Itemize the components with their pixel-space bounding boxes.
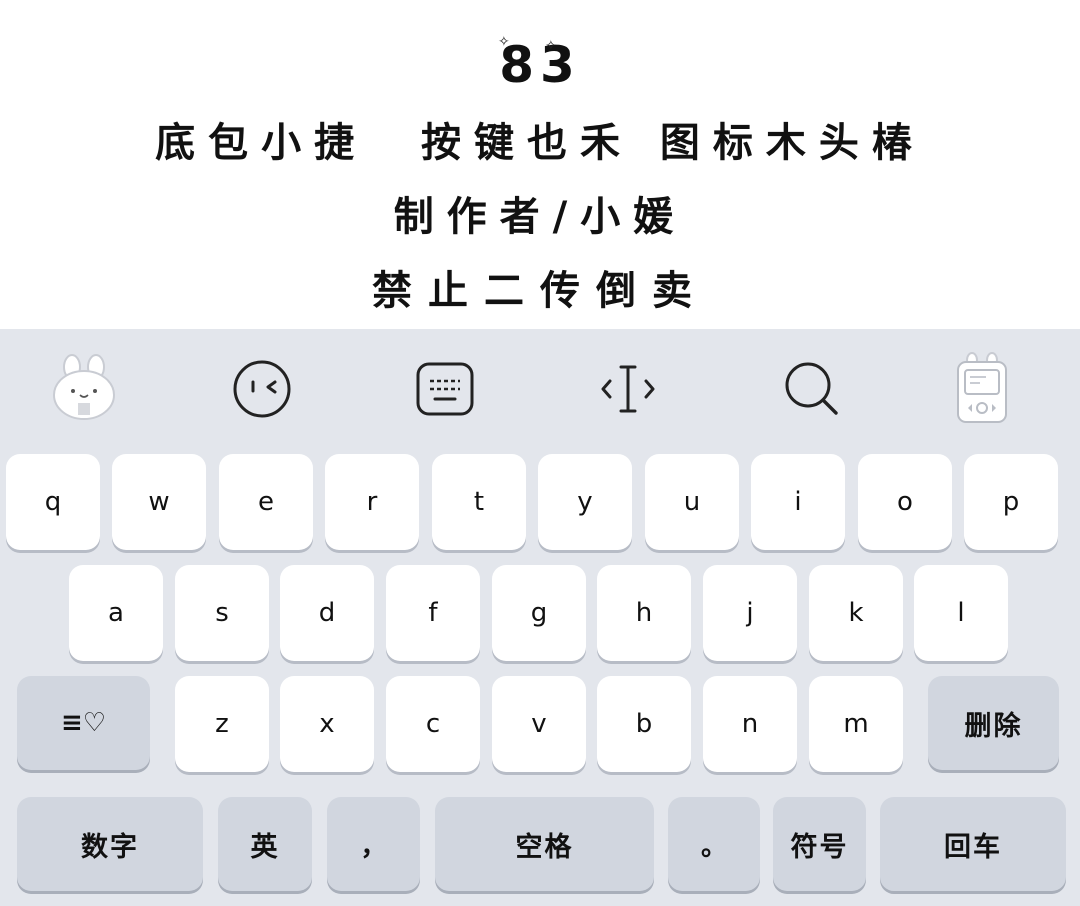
period-key[interactable]: 。	[668, 797, 760, 891]
keyboard-icon[interactable]	[405, 349, 485, 429]
banner-warning-line: 禁止二传倒卖	[372, 268, 708, 314]
key-y[interactable]: y	[538, 454, 632, 550]
keyboard-toolbar	[0, 329, 1080, 445]
sparkle-icon: ✧	[498, 34, 510, 50]
key-d[interactable]: d	[280, 565, 374, 661]
gameboy-icon[interactable]	[942, 349, 1022, 429]
wink-face-icon[interactable]	[222, 349, 302, 429]
space-key[interactable]: 空格	[435, 797, 654, 891]
numbers-key[interactable]: 数字	[17, 797, 203, 891]
banner-number: 83	[499, 36, 581, 94]
key-s[interactable]: s	[175, 565, 269, 661]
key-w[interactable]: w	[112, 454, 206, 550]
shift-key[interactable]: ≡♡	[17, 676, 150, 770]
key-i[interactable]: i	[751, 454, 845, 550]
key-v[interactable]: v	[492, 676, 586, 772]
key-b[interactable]: b	[597, 676, 691, 772]
key-g[interactable]: g	[492, 565, 586, 661]
key-q[interactable]: q	[6, 454, 100, 550]
key-x[interactable]: x	[280, 676, 374, 772]
comma-key[interactable]: ，	[327, 797, 420, 891]
banner-author-line: 制作者/小媛	[393, 194, 687, 240]
key-z[interactable]: z	[175, 676, 269, 772]
sparkle-icon: ✧	[545, 38, 557, 54]
cursor-icon[interactable]	[588, 349, 668, 429]
key-u[interactable]: u	[645, 454, 739, 550]
banner-credits-line: 底包小捷 按键也禾 图标木头椿	[155, 120, 925, 166]
key-p[interactable]: p	[964, 454, 1058, 550]
key-f[interactable]: f	[386, 565, 480, 661]
search-icon[interactable]	[772, 349, 852, 429]
title-banner: 83 底包小捷 按键也禾 图标木头椿 制作者/小媛 禁止二传倒卖 ✧ ✧	[0, 0, 1080, 329]
key-l[interactable]: l	[914, 565, 1008, 661]
keyboard: q w e r t y u i o p a s d f g h j k l ≡♡…	[0, 329, 1080, 906]
english-key[interactable]: 英	[218, 797, 312, 891]
key-k[interactable]: k	[809, 565, 903, 661]
key-r[interactable]: r	[325, 454, 419, 550]
key-t[interactable]: t	[432, 454, 526, 550]
delete-key[interactable]: 删除	[928, 676, 1059, 770]
key-m[interactable]: m	[809, 676, 903, 772]
key-n[interactable]: n	[703, 676, 797, 772]
return-key[interactable]: 回车	[880, 797, 1066, 891]
key-o[interactable]: o	[858, 454, 952, 550]
bunny-icon[interactable]	[44, 349, 124, 429]
key-a[interactable]: a	[69, 565, 163, 661]
symbols-key[interactable]: 符号	[773, 797, 866, 891]
key-e[interactable]: e	[219, 454, 313, 550]
key-h[interactable]: h	[597, 565, 691, 661]
key-j[interactable]: j	[703, 565, 797, 661]
key-c[interactable]: c	[386, 676, 480, 772]
